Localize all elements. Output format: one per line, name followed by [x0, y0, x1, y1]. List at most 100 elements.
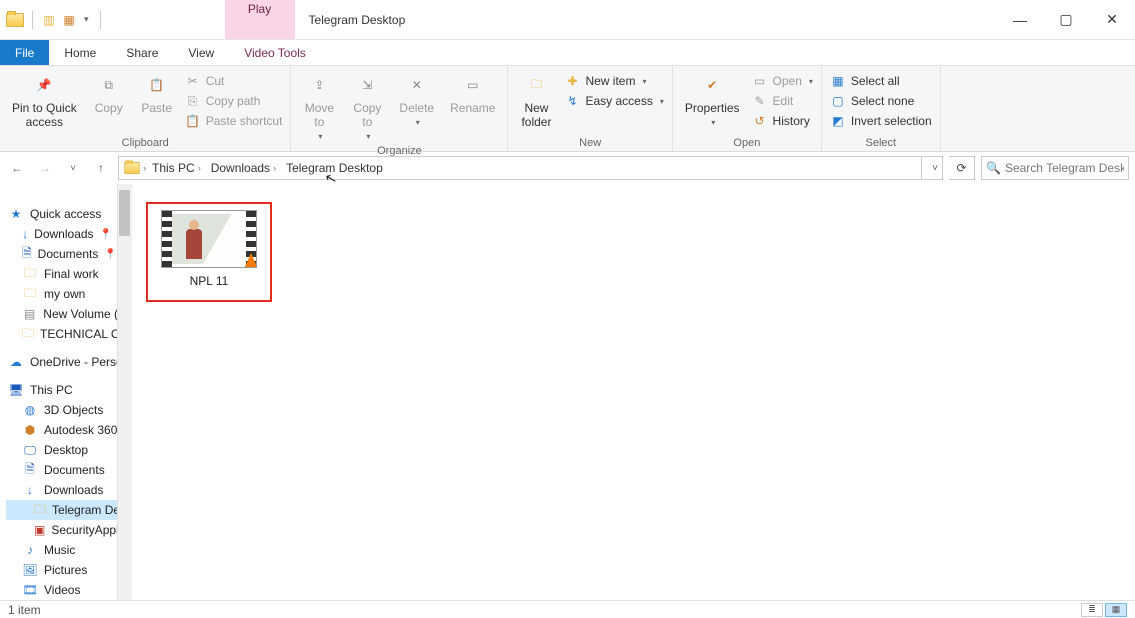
qat-separator [32, 11, 33, 29]
qat-properties-icon[interactable]: ▥ [41, 12, 57, 28]
navigation-pane[interactable]: ★Quick access ↓Downloads📍 🗎Documents📍 🗀F… [0, 184, 132, 600]
tab-file[interactable]: File [0, 40, 49, 65]
qat-customize[interactable]: ▾ [81, 14, 92, 25]
nav-pc-pictures[interactable]: 🖼Pictures [6, 560, 132, 580]
nav-recent-button[interactable]: ˅ [62, 157, 84, 179]
search-icon: 🔍 [986, 161, 1001, 175]
delete-button[interactable]: ✕ Delete▾ [393, 68, 440, 131]
paste-label: Paste [141, 101, 172, 115]
breadcrumb-item-1[interactable]: Downloads› [207, 161, 280, 175]
tab-home[interactable]: Home [49, 40, 111, 65]
address-bar: ← → ˅ ↑ › This PC› Downloads› Telegram D… [0, 152, 1135, 184]
nav-pc-downloads[interactable]: ↓Downloads [6, 480, 132, 500]
close-button[interactable]: ✕ [1089, 0, 1135, 39]
tab-video-tools[interactable]: Video Tools [229, 40, 321, 65]
copy-label: Copy [95, 101, 123, 115]
move-to-button[interactable]: ⇪ Move to▾ [297, 68, 341, 145]
nav-pc-securityapplian[interactable]: ▣SecurityApplian [6, 520, 132, 540]
new-folder-button[interactable]: 🗀 New folder [514, 68, 558, 133]
rename-icon: ▭ [458, 72, 488, 98]
pictures-icon: 🖼 [22, 562, 38, 578]
nav-up-button[interactable]: ↑ [90, 157, 112, 179]
nav-pc-videos[interactable]: 🎞Videos [6, 580, 132, 600]
tab-share[interactable]: Share [111, 40, 173, 65]
select-none-button[interactable]: ▢Select none [828, 92, 934, 110]
invert-selection-button[interactable]: ◩Invert selection [828, 112, 934, 130]
ribbon-group-select: ▦Select all ▢Select none ◩Invert selecti… [822, 66, 941, 151]
group-label-clipboard: Clipboard [6, 137, 284, 151]
minimize-button[interactable]: — [997, 0, 1043, 39]
pin-to-quick-access-button[interactable]: 📌 Pin to Quick access [6, 68, 83, 133]
breadcrumb-dropdown[interactable]: ˅ [932, 163, 938, 174]
ribbon-group-new: 🗀 New folder ✚New item▾ ↯Easy access▾ Ne… [508, 66, 672, 151]
easy-access-button[interactable]: ↯Easy access▾ [562, 92, 665, 110]
desktop-icon: 🖵 [22, 442, 38, 458]
qat-new-folder-icon[interactable]: ▦ [61, 12, 77, 28]
pinned-icon: 📍 [100, 229, 112, 240]
search-box[interactable]: 🔍 [981, 156, 1129, 180]
nav-qa-my-own[interactable]: 🗀my own [6, 284, 132, 304]
open-button[interactable]: ▭Open▾ [750, 72, 815, 90]
cut-icon: ✂ [185, 73, 201, 89]
nav-pc-music[interactable]: ♪Music [6, 540, 132, 560]
nav-back-button[interactable]: ← [6, 157, 28, 179]
delete-icon: ✕ [402, 72, 432, 98]
open-icon: ▭ [752, 73, 768, 89]
breadcrumb-item-0[interactable]: This PC› [148, 161, 205, 175]
bc-root-sep[interactable]: › [143, 163, 146, 173]
download-icon: ↓ [22, 226, 28, 242]
cut-button[interactable]: ✂Cut [183, 72, 285, 90]
copy-path-button[interactable]: ⎘Copy path [183, 92, 285, 110]
rename-button[interactable]: ▭ Rename [444, 68, 501, 119]
nav-pc-documents[interactable]: 🗎Documents [6, 460, 132, 480]
nav-onedrive[interactable]: ☁OneDrive - Person [6, 352, 132, 372]
properties-button[interactable]: ✔ Properties▾ [679, 68, 746, 131]
history-icon: ↺ [752, 113, 768, 129]
refresh-button[interactable]: ⟳ [949, 156, 975, 180]
move-to-icon: ⇪ [304, 72, 334, 98]
tab-view[interactable]: View [173, 40, 229, 65]
nav-qa-documents[interactable]: 🗎Documents📍 [6, 244, 132, 264]
breadcrumb[interactable]: › This PC› Downloads› Telegram Desktop ˅ [118, 156, 943, 180]
quick-access-toolbar: ▥ ▦ ▾ [0, 0, 111, 39]
nav-scrollbar[interactable] [117, 184, 132, 600]
context-tab-play[interactable]: Play [225, 0, 295, 39]
edit-icon: ✎ [752, 93, 768, 109]
select-all-button[interactable]: ▦Select all [828, 72, 934, 90]
nav-qa-new-volume[interactable]: ▤New Volume (D: [6, 304, 132, 324]
nav-qa-technical[interactable]: 🗀TECHNICAL COI [6, 324, 132, 344]
view-large-icons-button[interactable]: ▦ [1105, 603, 1127, 617]
nav-forward-button[interactable]: → [34, 157, 56, 179]
copy-to-button[interactable]: ⇲ Copy to▾ [345, 68, 389, 145]
paste-icon: 📋 [142, 72, 172, 98]
nav-qa-final-work[interactable]: 🗀Final work [6, 264, 132, 284]
view-details-button[interactable]: ≣ [1081, 603, 1103, 617]
edit-button[interactable]: ✎Edit [750, 92, 815, 110]
nav-pc-desktop[interactable]: 🖵Desktop [6, 440, 132, 460]
nav-qa-downloads[interactable]: ↓Downloads📍 [6, 224, 132, 244]
paste-shortcut-button[interactable]: 📋Paste shortcut [183, 112, 285, 130]
search-input[interactable] [1005, 161, 1124, 175]
maximize-button[interactable]: ▢ [1043, 0, 1089, 39]
window-controls: — ▢ ✕ [997, 0, 1135, 39]
copy-button[interactable]: ⧉ Copy [87, 68, 131, 119]
select-all-icon: ▦ [830, 73, 846, 89]
folder-icon: 🗀 [22, 326, 34, 342]
history-button[interactable]: ↺History [750, 112, 815, 130]
file-item-npl11[interactable]: NPL 11 [146, 202, 272, 302]
nav-quick-access[interactable]: ★Quick access [6, 204, 132, 224]
nav-pc-3d-objects[interactable]: ◍3D Objects [6, 400, 132, 420]
content-pane[interactable]: ↖ NPL 11 [132, 184, 1135, 600]
explorer-body: ★Quick access ↓Downloads📍 🗎Documents📍 🗀F… [0, 184, 1135, 600]
group-label-open: Open [679, 137, 815, 151]
paste-button[interactable]: 📋 Paste [135, 68, 179, 119]
file-label: NPL 11 [190, 274, 229, 288]
nav-pc-autodesk[interactable]: ⬢Autodesk 360 [6, 420, 132, 440]
nav-pc-telegram-desktop[interactable]: 🗀Telegram Deskt [6, 500, 132, 520]
nav-this-pc[interactable]: 🖥This PC [6, 380, 132, 400]
copy-icon: ⧉ [94, 72, 124, 98]
nav-scrollbar-thumb[interactable] [119, 190, 130, 236]
new-item-button[interactable]: ✚New item▾ [562, 72, 665, 90]
ribbon-tabs: File Home Share View Video Tools [0, 40, 1135, 66]
easy-access-icon: ↯ [564, 93, 580, 109]
